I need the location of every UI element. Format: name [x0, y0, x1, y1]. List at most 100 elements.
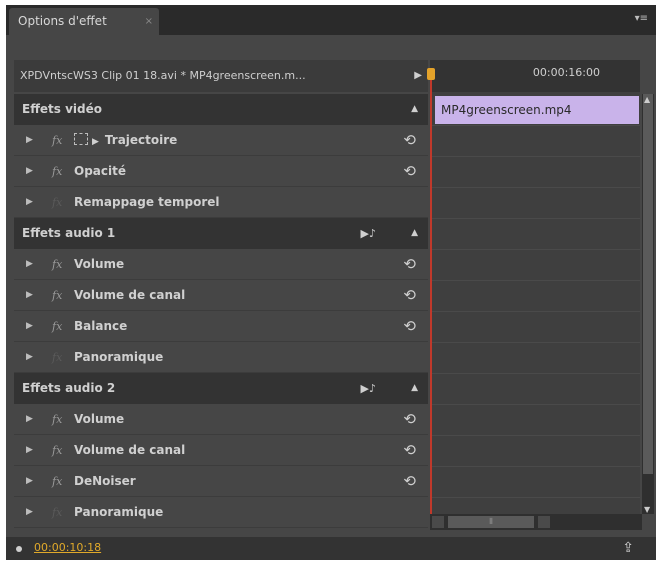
effect-label: Trajectoire: [104, 133, 178, 147]
track-line: [430, 126, 640, 157]
clip-bar[interactable]: MP4greenscreen.mp4: [435, 96, 639, 124]
fx-toggle-icon: fx: [52, 196, 63, 209]
track-line: [430, 405, 640, 436]
reset-icon[interactable]: ⟲: [403, 404, 416, 435]
effect-timeline[interactable]: 00:00:16:00 MP4greenscreen.mp4: [427, 60, 640, 517]
horizontal-scrollbar[interactable]: ⦀: [430, 514, 642, 530]
expand-icon[interactable]: ▶: [26, 497, 33, 528]
reset-icon[interactable]: ⟲: [403, 249, 416, 280]
clip-bar-label: MP4greenscreen.mp4: [441, 103, 572, 117]
effect-options-panel: Options d'effet × ▾≡ XPDVntscWS3 Clip 01…: [6, 5, 656, 560]
section-title: Effets vidéo: [22, 102, 103, 116]
section-audio-effects-1[interactable]: Effets audio 1 ▶♪ ▲: [14, 218, 428, 249]
track-line: [430, 188, 640, 219]
fx-toggle-icon[interactable]: fx: [52, 125, 62, 156]
fx-toggle-icon[interactable]: fx: [52, 311, 62, 342]
fx-toggle-icon[interactable]: fx: [52, 435, 62, 466]
effect-row-channel-volume[interactable]: ▶ fx Volume de canal ⟲: [14, 280, 428, 311]
effect-row-panner[interactable]: ▶ fx Panoramique: [14, 497, 428, 528]
reset-icon[interactable]: ⟲: [403, 466, 416, 497]
section-title: Effets audio 2: [22, 381, 116, 395]
track-line: [430, 157, 640, 188]
track-line: [430, 281, 640, 312]
expand-icon[interactable]: ▶: [26, 404, 33, 435]
fx-toggle-icon[interactable]: fx: [52, 249, 62, 280]
collapse-icon[interactable]: ▲: [411, 218, 418, 249]
status-dot-icon: [16, 546, 22, 552]
tab-effect-options[interactable]: Options d'effet ×: [9, 8, 159, 35]
track-line: [430, 312, 640, 343]
effect-label: DeNoiser: [74, 474, 136, 488]
current-time-display[interactable]: 00:00:10:18: [34, 541, 101, 554]
panel-footer: 00:00:10:18 ⇪: [6, 537, 656, 560]
fx-toggle-icon[interactable]: fx: [52, 156, 62, 187]
transform-arrow-icon: ▶: [92, 137, 99, 147]
section-title: Effets audio 1: [22, 226, 116, 240]
expand-icon[interactable]: ▶: [26, 280, 33, 311]
effect-row-time-remapping[interactable]: ▶ fx Remappage temporel: [14, 187, 428, 218]
track-line: [430, 250, 640, 281]
clip-selector-arrow-icon[interactable]: ▶: [414, 60, 422, 92]
collapse-icon[interactable]: ▲: [411, 373, 418, 404]
effect-row-denoiser[interactable]: ▶ fx DeNoiser ⟲: [14, 466, 428, 497]
effect-row-volume[interactable]: ▶ fx Volume ⟲: [14, 404, 428, 435]
effect-row-volume[interactable]: ▶ fx Volume ⟲: [14, 249, 428, 280]
effect-label: Panoramique: [74, 350, 164, 364]
reset-icon[interactable]: ⟲: [403, 125, 416, 156]
scroll-right-cap[interactable]: [538, 516, 550, 528]
playhead[interactable]: [427, 68, 435, 517]
scroll-left-cap[interactable]: [432, 516, 444, 528]
tab-close-icon[interactable]: ×: [145, 8, 153, 35]
reset-icon[interactable]: ⟲: [403, 435, 416, 466]
effect-label: Balance: [74, 319, 128, 333]
scroll-down-icon[interactable]: ▼: [644, 505, 650, 514]
effect-row-opacity[interactable]: ▶ fx Opacité ⟲: [14, 156, 428, 187]
fx-toggle-icon[interactable]: fx: [52, 280, 62, 311]
expand-icon[interactable]: ▶: [26, 311, 33, 342]
expand-icon[interactable]: ▶: [26, 125, 33, 156]
clip-selector-label: XPDVntscWS3 Clip 01 18.avi * MP4greenscr…: [20, 69, 306, 82]
section-video-effects[interactable]: Effets vidéo ▲: [14, 94, 428, 125]
audio-play-icon[interactable]: ▶♪: [361, 218, 376, 249]
effect-row-channel-volume[interactable]: ▶ fx Volume de canal ⟲: [14, 435, 428, 466]
fx-toggle-icon[interactable]: fx: [52, 404, 62, 435]
ruler-timecode: 00:00:16:00: [532, 66, 600, 79]
effect-row-panner[interactable]: ▶ fx Panoramique: [14, 342, 428, 373]
track-line: [430, 436, 640, 467]
effect-label: Volume: [74, 412, 125, 426]
clip-selector[interactable]: XPDVntscWS3 Clip 01 18.avi * MP4greenscr…: [14, 60, 428, 92]
transform-icon: [74, 133, 88, 145]
vertical-scrollbar[interactable]: ▲ ▼: [642, 94, 654, 514]
track-line: [430, 374, 640, 405]
time-ruler[interactable]: 00:00:16:00: [430, 60, 640, 92]
expand-icon[interactable]: ▶: [26, 156, 33, 187]
collapse-icon[interactable]: ▲: [411, 94, 418, 125]
reset-icon[interactable]: ⟲: [403, 311, 416, 342]
scroll-up-icon[interactable]: ▲: [644, 95, 650, 104]
export-icon[interactable]: ⇪: [622, 540, 634, 556]
section-audio-effects-2[interactable]: Effets audio 2 ▶♪ ▲: [14, 373, 428, 404]
track-line: [430, 343, 640, 374]
effect-label: Opacité: [74, 164, 126, 178]
audio-play-icon[interactable]: ▶♪: [361, 373, 376, 404]
expand-icon[interactable]: ▶: [26, 187, 33, 218]
effect-row-trajectory[interactable]: ▶ fx ▶ Trajectoire ⟲: [14, 125, 428, 156]
effect-label: Panoramique: [74, 505, 164, 519]
horizontal-scroll-thumb[interactable]: ⦀: [448, 516, 534, 528]
effect-row-balance[interactable]: ▶ fx Balance ⟲: [14, 311, 428, 342]
effects-list: Effets vidéo ▲ ▶ fx ▶ Trajectoire ⟲ ▶ fx …: [14, 94, 428, 528]
expand-icon[interactable]: ▶: [26, 342, 33, 373]
tab-title: Options d'effet: [18, 14, 107, 28]
reset-icon[interactable]: ⟲: [403, 156, 416, 187]
playhead-handle-icon[interactable]: [427, 68, 435, 80]
expand-icon[interactable]: ▶: [26, 435, 33, 466]
vertical-scroll-thumb[interactable]: [643, 94, 653, 474]
reset-icon[interactable]: ⟲: [403, 280, 416, 311]
timeline-tracks: [430, 95, 640, 498]
track-line: [430, 219, 640, 250]
tab-bar: Options d'effet × ▾≡: [6, 5, 656, 35]
fx-toggle-icon[interactable]: fx: [52, 466, 62, 497]
panel-menu-icon[interactable]: ▾≡: [635, 13, 648, 24]
expand-icon[interactable]: ▶: [26, 466, 33, 497]
expand-icon[interactable]: ▶: [26, 249, 33, 280]
